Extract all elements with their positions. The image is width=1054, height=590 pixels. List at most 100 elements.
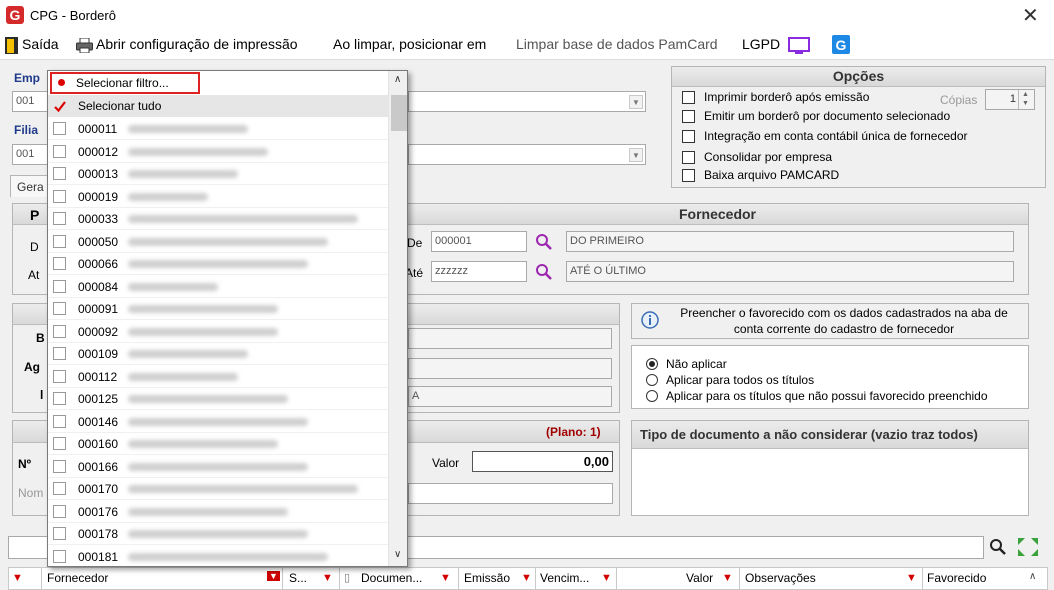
checkbox[interactable] <box>53 302 66 315</box>
checkbox[interactable] <box>53 392 66 405</box>
expand-icon[interactable] <box>1016 536 1040 558</box>
checkbox-consolidar-empresa[interactable] <box>682 151 695 164</box>
column-emissao[interactable]: Emissão <box>464 571 510 585</box>
filter-icon[interactable]: ▼ <box>722 572 733 584</box>
radio-nao-aplicar[interactable] <box>646 358 658 370</box>
checkbox[interactable] <box>53 504 66 518</box>
list-item[interactable]: 000166 <box>48 456 388 478</box>
close-button[interactable]: ✕ <box>1022 3 1039 27</box>
spinner-arrows-icon[interactable]: ▲ ▼ <box>1018 90 1032 109</box>
checkbox[interactable] <box>53 189 66 203</box>
chevron-down-icon[interactable]: ▼ <box>629 148 643 162</box>
checkbox[interactable] <box>53 324 66 338</box>
checkbox-integracao-conta[interactable] <box>682 130 695 143</box>
checkbox-emitir-por-documento[interactable] <box>682 110 695 123</box>
nome-field[interactable] <box>408 483 613 504</box>
list-item[interactable]: 000109 <box>48 343 388 365</box>
checkbox[interactable] <box>53 482 66 495</box>
chevron-up-icon[interactable]: ∧ <box>394 74 401 85</box>
list-item[interactable]: 000012 <box>48 141 388 163</box>
filter-icon[interactable]: ▼ <box>322 572 333 584</box>
empresa-dropdown-list[interactable]: Selecionar filtro... Selecionar tudo 000… <box>47 70 408 567</box>
filial-combo[interactable]: ▼ <box>408 144 646 165</box>
chevron-up-icon[interactable]: ∧ <box>1029 571 1036 582</box>
scrollbar-thumb[interactable] <box>391 95 407 131</box>
clear-pamcard-button[interactable]: Limpar base de dados PamCard <box>516 36 718 52</box>
checkbox[interactable] <box>53 279 66 293</box>
tab-geral[interactable]: Gera <box>10 175 50 197</box>
checkbox[interactable] <box>53 144 66 158</box>
empresa-combo[interactable]: ▼ <box>408 91 646 112</box>
filter-icon[interactable]: ▼ <box>267 571 280 581</box>
list-item[interactable]: 000125 <box>48 388 388 410</box>
list-item[interactable]: 000066 <box>48 253 388 275</box>
list-item[interactable]: 000112 <box>48 366 388 388</box>
column-valor[interactable]: Valor <box>686 571 713 585</box>
checkbox[interactable] <box>53 167 66 180</box>
empresa-code-field[interactable]: 001 <box>12 91 48 112</box>
search-icon[interactable] <box>535 263 553 281</box>
radio-aplicar-sem-favorecido[interactable] <box>646 390 658 402</box>
dropdown-scrollbar[interactable]: ∧ ∨ <box>388 71 407 566</box>
list-item[interactable]: 000011 <box>48 118 388 140</box>
checkbox[interactable] <box>53 122 66 135</box>
list-item[interactable]: 000146 <box>48 411 388 433</box>
filter-icon[interactable]: ▼ <box>906 572 917 584</box>
filter-icon[interactable]: ▼ <box>521 572 532 584</box>
exit-button[interactable]: Saída <box>22 36 59 52</box>
search-icon[interactable] <box>535 233 553 251</box>
list-item[interactable]: 000092 <box>48 321 388 343</box>
checkbox[interactable] <box>53 527 66 540</box>
checkbox[interactable] <box>53 234 66 248</box>
select-filter-item[interactable]: Selecionar filtro... <box>50 72 200 94</box>
list-item[interactable]: 000178 <box>48 523 388 545</box>
toolbar: Saída Abrir configuração de impressão Ao… <box>0 32 1054 60</box>
g-logo-icon[interactable]: G <box>832 35 850 54</box>
list-item[interactable]: 000181 <box>48 546 388 567</box>
list-item[interactable]: 000019 <box>48 186 388 208</box>
checkbox[interactable] <box>53 212 66 225</box>
sort-triangle-icon[interactable]: ▼ <box>12 572 23 584</box>
filter-icon[interactable]: ▼ <box>440 572 451 584</box>
chevron-down-icon[interactable]: ∨ <box>394 549 401 560</box>
on-clear-position-button[interactable]: Ao limpar, posicionar em <box>333 36 486 52</box>
checkbox[interactable] <box>53 257 66 270</box>
checkbox[interactable] <box>53 459 66 473</box>
list-item[interactable]: 000084 <box>48 276 388 298</box>
checkbox[interactable] <box>53 437 66 450</box>
checkbox-imprimir-bordero[interactable] <box>682 91 695 104</box>
column-s[interactable]: S... <box>289 571 307 585</box>
select-all-label: Selecionar tudo <box>78 99 162 113</box>
list-item[interactable]: 000170 <box>48 478 388 500</box>
list-item[interactable]: 000013 <box>48 163 388 185</box>
fornecedor-ate-code[interactable]: zzzzzz <box>431 261 527 282</box>
list-item[interactable]: 000033 <box>48 208 388 230</box>
filial-code-field[interactable]: 001 <box>12 144 48 165</box>
list-item[interactable]: 000050 <box>48 231 388 253</box>
column-fornecedor[interactable]: Fornecedor <box>47 571 108 585</box>
checkbox[interactable] <box>53 347 66 360</box>
search-icon[interactable] <box>989 538 1007 556</box>
print-config-button[interactable]: Abrir configuração de impressão <box>96 36 298 52</box>
valor-field[interactable]: 0,00 <box>472 451 613 472</box>
column-favorecido[interactable]: Favorecido <box>927 571 986 585</box>
fornecedor-ate-name: ATÉ O ÚLTIMO <box>566 261 1014 282</box>
checkbox[interactable] <box>53 414 66 428</box>
column-vencimento[interactable]: Vencim... <box>540 571 589 585</box>
fornecedor-de-code[interactable]: 000001 <box>431 231 527 252</box>
opcao-baixa-pamcard-label: Baixa arquivo PAMCARD <box>704 168 840 182</box>
exit-door-icon[interactable] <box>5 37 18 54</box>
column-documento[interactable]: Documen... <box>361 571 422 585</box>
checkbox[interactable] <box>53 549 66 563</box>
list-item[interactable]: 000160 <box>48 433 388 455</box>
checkbox[interactable] <box>53 369 66 383</box>
filter-icon[interactable]: ▼ <box>601 572 612 584</box>
monitor-icon[interactable] <box>788 37 810 55</box>
radio-aplicar-todos[interactable] <box>646 374 658 386</box>
column-observacoes[interactable]: Observações <box>745 571 816 585</box>
select-all-item[interactable]: Selecionar tudo <box>48 95 388 117</box>
list-item[interactable]: 000176 <box>48 501 388 523</box>
chevron-down-icon[interactable]: ▼ <box>629 95 643 109</box>
list-item[interactable]: 000091 <box>48 298 388 320</box>
checkbox-baixa-pamcard[interactable] <box>682 169 695 182</box>
